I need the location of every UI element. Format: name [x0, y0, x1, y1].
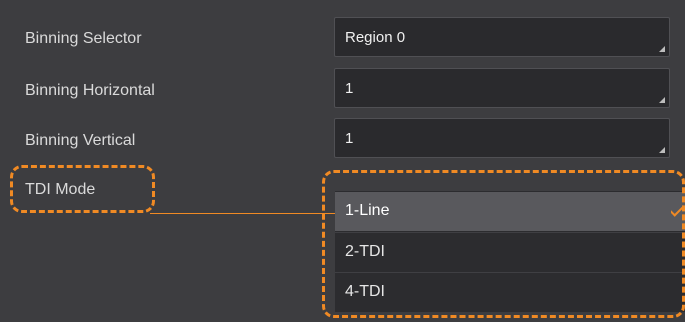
annotation-highlight-dropdown: [322, 170, 685, 318]
resize-corner-icon: [659, 147, 665, 153]
binning-vertical-label: Binning Vertical: [25, 132, 136, 149]
binning-vertical-value: 1: [345, 130, 354, 147]
highlight-connector-line: [150, 213, 335, 214]
binning-horizontal-value: 1: [345, 80, 354, 97]
resize-corner-icon: [659, 97, 665, 103]
binning-horizontal-label: Binning Horizontal: [25, 82, 155, 99]
annotation-highlight-label: [10, 165, 155, 213]
dropdown-corner-icon: [659, 46, 665, 52]
binning-horizontal-field[interactable]: 1: [334, 68, 670, 108]
binning-selector-label: Binning Selector: [25, 30, 142, 47]
binning-selector-value: Region 0: [345, 29, 406, 46]
binning-vertical-field[interactable]: 1: [334, 118, 670, 158]
binning-selector-dropdown[interactable]: Region 0: [334, 17, 670, 57]
